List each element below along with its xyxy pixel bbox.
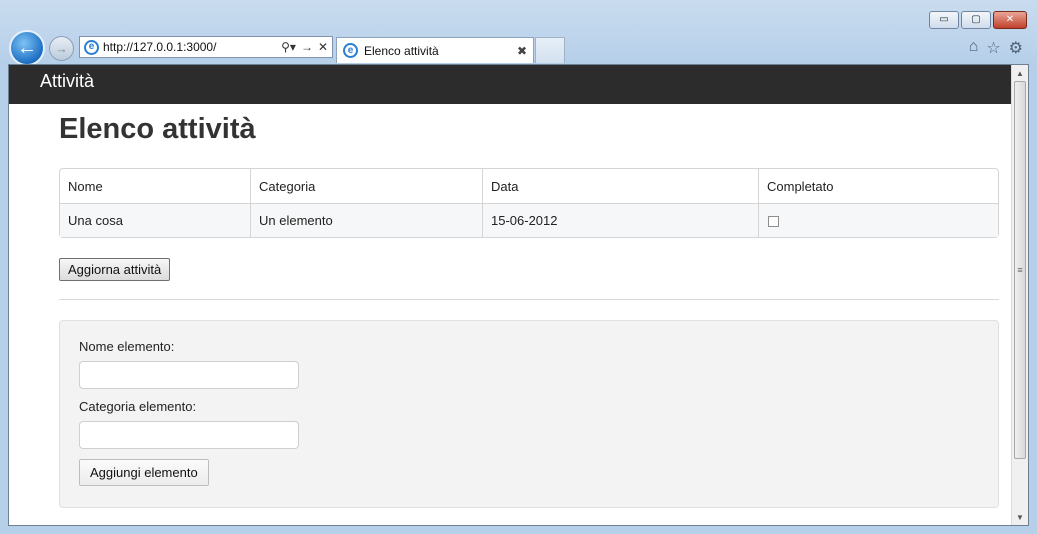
browser-toolbar: ⌂ ☆ ⚙ (969, 38, 1023, 58)
table-header-row: Nome Categoria Data Completato (60, 169, 998, 203)
close-window-button[interactable]: ✕ (993, 11, 1027, 29)
category-label: Categoria elemento: (79, 399, 197, 414)
tools-icon[interactable]: ⚙ (1009, 38, 1023, 58)
page-title: Elenco attività (59, 113, 256, 145)
forward-icon: → (55, 41, 68, 56)
address-text[interactable]: http://127.0.0.1:3000/ (103, 40, 277, 54)
header-nome: Nome (68, 178, 103, 194)
stop-icon[interactable]: ✕ (318, 40, 328, 54)
header-completato: Completato (758, 169, 998, 203)
search-icon[interactable]: ⚲▾ (281, 40, 296, 54)
name-label: Nome elemento: (79, 339, 175, 354)
vertical-scrollbar[interactable]: ▲ ≡ ▼ (1011, 65, 1028, 525)
scroll-up-icon[interactable]: ▲ (1012, 65, 1028, 81)
window-controls: ▭ ▢ ✕ (929, 11, 1027, 29)
category-input[interactable] (79, 421, 299, 449)
main-content: Elenco attività Nome Categoria Data Comp… (59, 104, 999, 508)
minimize-button[interactable]: ▭ (929, 11, 959, 29)
favorites-icon[interactable]: ☆ (986, 38, 1000, 58)
brand-link[interactable]: Attività (40, 71, 94, 91)
ie-icon: e (343, 43, 358, 58)
task-table: Nome Categoria Data Completato Una cosa … (59, 168, 999, 238)
tab-title: Elenco attività (364, 43, 439, 58)
ie-icon: e (84, 39, 99, 55)
cell-categoria: Un elemento (250, 203, 482, 237)
refresh-tasks-button[interactable]: Aggiorna attività (59, 258, 171, 281)
cell-data: 15-06-2012 (482, 203, 758, 237)
cell-nome: Una cosa (60, 203, 250, 237)
address-tools: ⚲▾ → ✕ (281, 40, 328, 54)
cell-completato (758, 203, 998, 237)
maximize-button[interactable]: ▢ (961, 11, 991, 29)
table-row: Una cosa Un elemento 15-06-2012 (60, 203, 998, 237)
scroll-down-icon[interactable]: ▼ (1012, 509, 1028, 525)
back-button[interactable]: ← (9, 30, 45, 66)
browser-tab[interactable]: e Elenco attività ✖ (336, 37, 534, 63)
new-tab-button[interactable] (535, 37, 565, 63)
tab-close-icon[interactable]: ✖ (517, 44, 527, 58)
home-icon[interactable]: ⌂ (969, 38, 979, 58)
forward-button[interactable]: → (49, 36, 74, 61)
header-categoria: Categoria (250, 169, 482, 203)
navbar: Attività (9, 65, 1028, 104)
scroll-thumb[interactable]: ≡ (1014, 81, 1026, 459)
page-viewport: Attività Elenco attività Nome Categoria … (8, 64, 1029, 526)
address-bar[interactable]: e http://127.0.0.1:3000/ ⚲▾ → ✕ (79, 36, 333, 58)
add-item-button[interactable]: Aggiungi elemento (79, 459, 209, 486)
add-item-form: Nome elemento: Categoria elemento: Aggiu… (59, 320, 999, 508)
go-icon[interactable]: → (301, 40, 313, 54)
completed-checkbox[interactable] (768, 216, 779, 228)
header-data: Data (482, 169, 758, 203)
divider (59, 299, 999, 300)
back-icon: ← (17, 36, 37, 59)
name-input[interactable] (79, 361, 299, 389)
